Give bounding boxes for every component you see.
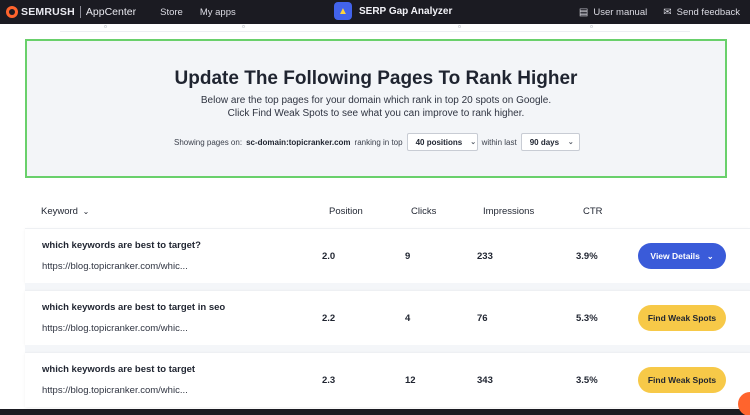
header-keyword-label: Keyword bbox=[41, 206, 78, 217]
book-icon: ▤ bbox=[578, 6, 589, 18]
top-bar: SEMRUSH AppCenter Store My apps ▲ SERP G… bbox=[0, 0, 750, 24]
row-keyword: which keywords are best to target? bbox=[42, 240, 201, 251]
brand-name: SEMRUSH bbox=[21, 6, 75, 18]
user-manual-link[interactable]: ▤ User manual bbox=[579, 7, 647, 18]
row-ctr: 3.9% bbox=[576, 251, 598, 262]
chevron-down-icon: ⌄ bbox=[82, 207, 90, 216]
ranking-label: ranking in top bbox=[354, 137, 403, 147]
domain-value: sc-domain:topicranker.com bbox=[246, 137, 351, 147]
row-keyword: which keywords are best to target bbox=[42, 364, 196, 375]
view-details-button[interactable]: View Details ⌄ bbox=[638, 243, 726, 269]
page-title: Update The Following Pages To Rank Highe… bbox=[174, 68, 578, 89]
semrush-logo[interactable]: SEMRUSH AppCenter bbox=[6, 0, 136, 24]
row-position: 2.3 bbox=[322, 375, 336, 386]
strip-icon: ▫ bbox=[590, 22, 593, 31]
within-label: within last bbox=[481, 137, 517, 147]
row-url[interactable]: https://blog.topicranker.com/whic... bbox=[42, 323, 188, 334]
appcenter-label: AppCenter bbox=[85, 6, 137, 18]
row-keyword: which keywords are best to target in seo bbox=[42, 302, 226, 313]
tab-strip: ▫ ▫ ▫ ▫ bbox=[60, 22, 690, 32]
logo-divider bbox=[79, 6, 81, 18]
table-row[interactable]: which keywords are best to target in seo… bbox=[25, 290, 750, 345]
row-position: 2.2 bbox=[322, 313, 336, 324]
rocket-icon: ▲ bbox=[334, 2, 352, 20]
chevron-down-icon: ⌄ bbox=[706, 251, 714, 261]
row-url[interactable]: https://blog.topicranker.com/whic... bbox=[42, 261, 188, 272]
info-description-1: Below are the top pages for your domain … bbox=[200, 95, 552, 106]
find-weak-spots-button[interactable]: Find Weak Spots bbox=[638, 367, 726, 393]
info-panel: Update The Following Pages To Rank Highe… bbox=[25, 39, 727, 178]
header-position[interactable]: Position bbox=[329, 206, 363, 217]
top-right-links: ▤ User manual ✉ Send feedback bbox=[563, 0, 740, 24]
chevron-down-icon: ⌄ bbox=[567, 139, 574, 146]
header-ctr[interactable]: CTR bbox=[583, 206, 603, 217]
semrush-logo-icon bbox=[6, 6, 18, 18]
showing-label: Showing pages on: bbox=[174, 137, 243, 147]
strip-icon: ▫ bbox=[458, 22, 461, 31]
user-manual-label: User manual bbox=[593, 6, 648, 18]
info-description-2: Click Find Weak Spots to see what you ca… bbox=[227, 108, 525, 119]
days-select[interactable]: 90 days ⌄ bbox=[520, 133, 580, 151]
bottom-bar bbox=[0, 409, 750, 415]
filter-row: Showing pages on: sc-domain:topicranker.… bbox=[174, 133, 580, 151]
header-impressions[interactable]: Impressions bbox=[483, 206, 534, 217]
table-row[interactable]: which keywords are best to target? https… bbox=[25, 228, 750, 283]
row-clicks: 4 bbox=[405, 313, 411, 324]
view-details-label: View Details bbox=[650, 251, 700, 261]
row-ctr: 5.3% bbox=[576, 313, 598, 324]
header-keyword[interactable]: Keyword ⌄ bbox=[41, 206, 89, 217]
strip-icon: ▫ bbox=[242, 22, 245, 31]
nav-store[interactable]: Store bbox=[160, 7, 183, 18]
row-divider bbox=[25, 283, 750, 290]
positions-value: 40 positions bbox=[415, 137, 463, 147]
header-clicks[interactable]: Clicks bbox=[411, 206, 436, 217]
table-row[interactable]: which keywords are best to target https:… bbox=[25, 352, 750, 407]
find-weak-spots-button[interactable]: Find Weak Spots bbox=[638, 305, 726, 331]
app-name: SERP Gap Analyzer bbox=[359, 5, 453, 17]
strip-icon: ▫ bbox=[104, 22, 107, 31]
row-impressions: 233 bbox=[477, 251, 493, 262]
positions-select[interactable]: 40 positions ⌄ bbox=[406, 133, 478, 151]
row-clicks: 12 bbox=[405, 375, 416, 386]
nav-my-apps[interactable]: My apps bbox=[200, 7, 236, 18]
send-feedback-label: Send feedback bbox=[676, 6, 740, 18]
send-feedback-link[interactable]: ✉ Send feedback bbox=[663, 7, 740, 18]
row-impressions: 343 bbox=[477, 375, 493, 386]
row-impressions: 76 bbox=[477, 313, 488, 324]
days-value: 90 days bbox=[529, 137, 560, 147]
row-position: 2.0 bbox=[322, 251, 336, 262]
help-chat-icon[interactable] bbox=[738, 392, 750, 415]
current-app[interactable]: ▲ SERP Gap Analyzer bbox=[334, 2, 452, 20]
table-header: Keyword ⌄ Position Clicks Impressions CT… bbox=[25, 197, 750, 225]
row-url[interactable]: https://blog.topicranker.com/whic... bbox=[42, 385, 188, 396]
feedback-icon: ✉ bbox=[663, 6, 672, 18]
row-clicks: 9 bbox=[405, 251, 411, 262]
row-divider bbox=[25, 345, 750, 352]
chevron-down-icon: ⌄ bbox=[470, 139, 477, 146]
row-ctr: 3.5% bbox=[576, 375, 598, 386]
